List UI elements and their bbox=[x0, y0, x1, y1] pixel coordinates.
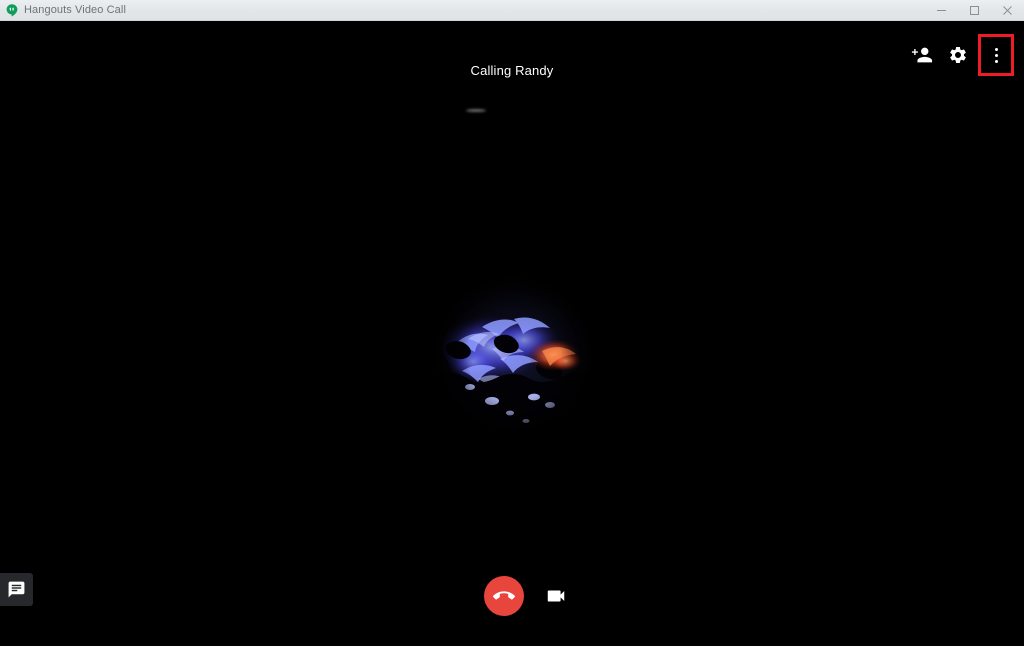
avatar bbox=[434, 275, 594, 435]
minimize-button[interactable] bbox=[925, 0, 958, 21]
hangouts-icon bbox=[6, 4, 18, 17]
call-controls-bar bbox=[0, 573, 1024, 619]
status-glow-artifact bbox=[466, 109, 486, 112]
hangouts-video-call-window: Hangouts Video Call Calling Randy bbox=[0, 0, 1024, 646]
camera-toggle-button[interactable] bbox=[536, 576, 576, 616]
top-actions-bar bbox=[904, 34, 1014, 76]
end-call-button[interactable] bbox=[484, 576, 524, 616]
video-call-stage: Calling Randy bbox=[0, 21, 1024, 646]
maximize-button[interactable] bbox=[958, 0, 991, 21]
settings-button[interactable] bbox=[940, 34, 976, 76]
add-person-button[interactable] bbox=[904, 34, 940, 76]
window-controls bbox=[925, 0, 1024, 21]
title-bar: Hangouts Video Call bbox=[0, 0, 1024, 21]
call-status-text: Calling Randy bbox=[470, 63, 554, 78]
window-title: Hangouts Video Call bbox=[24, 3, 126, 16]
more-vert-icon bbox=[994, 47, 998, 63]
overflow-menu-button[interactable] bbox=[978, 34, 1014, 76]
chat-panel-button[interactable] bbox=[0, 573, 33, 606]
chat-bubble-icon bbox=[8, 581, 25, 598]
close-button[interactable] bbox=[991, 0, 1024, 21]
